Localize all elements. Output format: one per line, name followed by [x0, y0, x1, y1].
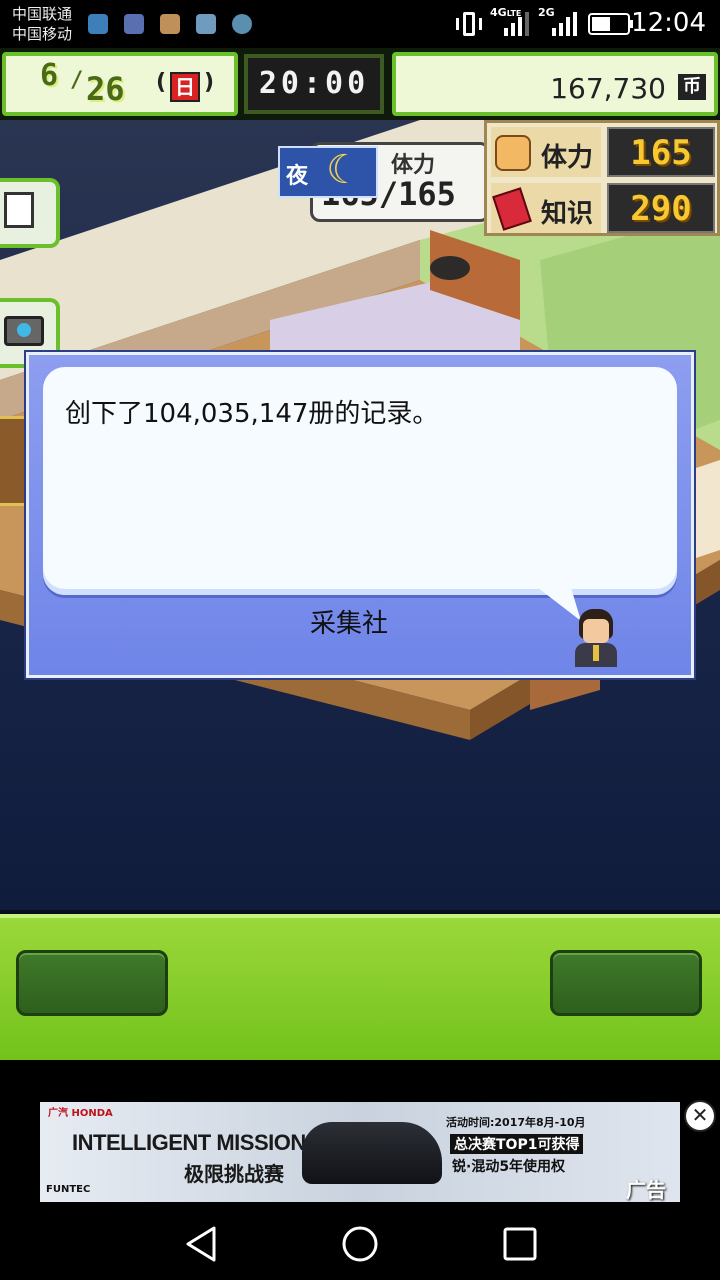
knowledge-row: 知识	[491, 183, 601, 233]
weekday-paren-left: (	[156, 70, 167, 95]
knowledge-label: 知识	[541, 199, 594, 229]
stats-panel: 体力 165 知识 290	[484, 120, 720, 236]
signal-1-icon	[496, 12, 530, 36]
weekday-paren-right: )	[204, 70, 215, 95]
camera-icon	[4, 316, 44, 346]
date-month: 6	[40, 58, 59, 93]
ad-label: 广告	[626, 1178, 666, 1202]
clock-time: 12:04	[631, 8, 706, 38]
clock-panel: 20:00	[244, 54, 384, 114]
notepad-icon	[4, 192, 34, 228]
book-icon	[492, 187, 532, 231]
recents-icon[interactable]	[500, 1224, 540, 1264]
currency-icon: 币	[678, 74, 706, 100]
ad-promo-line-2: 锐·混动5年使用权	[452, 1159, 566, 1175]
date-panel: 6 / 26 ( 日 )	[2, 52, 238, 116]
signal-2-icon	[544, 12, 578, 36]
speech-bubble: 创下了104,035,147册的记录。	[43, 367, 677, 595]
system-nav-bar	[0, 1210, 720, 1280]
notification-sim-icon	[160, 14, 180, 34]
notification-app-icon	[88, 14, 108, 34]
home-icon[interactable]	[340, 1224, 380, 1264]
dialog-message: 创下了104,035,147册的记录。	[65, 399, 439, 429]
notification-chat-icon	[232, 14, 252, 34]
speaker-portrait	[569, 609, 623, 669]
control-bar	[0, 910, 720, 1060]
battery-icon	[588, 13, 633, 35]
notification-gallery-icon	[196, 14, 216, 34]
ad-banner[interactable]: 广汽 HONDA INTELLIGENT MISSION 极限挑战赛 FUNTE…	[40, 1102, 680, 1202]
money-panel: 167,730 币	[392, 52, 718, 116]
knowledge-value: 290	[630, 189, 692, 229]
date-slash: /	[70, 68, 84, 93]
back-icon[interactable]	[182, 1224, 222, 1264]
night-badge: 夜 ☾	[278, 146, 378, 198]
weekday-badge: 日	[170, 72, 200, 102]
carrier-2: 中国移动	[12, 25, 73, 43]
memo-button[interactable]	[0, 178, 60, 248]
ad-promo-line-1: 总决赛TOP1可获得	[450, 1134, 584, 1154]
bookshelf-button[interactable]	[0, 416, 28, 506]
ad-area: 广汽 HONDA INTELLIGENT MISSION 极限挑战赛 FUNTE…	[0, 1060, 720, 1210]
message-dialog[interactable]: 创下了104,035,147册的记录。 采集社	[24, 350, 696, 680]
ad-close-icon[interactable]: ✕	[684, 1100, 716, 1132]
car-image	[302, 1122, 442, 1184]
stamina-row: 体力	[491, 127, 601, 177]
vibrate-icon	[456, 12, 482, 36]
night-label: 夜	[286, 164, 309, 189]
control-panel	[0, 914, 720, 1060]
ad-event-time: 活动时间:2017年8月-10月	[446, 1116, 586, 1129]
ad-footer-brand: FUNTEC	[46, 1184, 91, 1195]
status-bar: 中国联通 中国移动 4GLTE 2G 12:04	[0, 0, 720, 48]
stamina-label: 体力	[541, 143, 594, 173]
ad-headline: INTELLIGENT MISSION	[72, 1130, 306, 1155]
ad-headline-sub: 极限挑战赛	[184, 1162, 284, 1186]
right-action-button[interactable]	[550, 950, 702, 1016]
ad-brand: 广汽 HONDA	[48, 1108, 113, 1119]
arm-strength-icon	[495, 135, 531, 171]
left-action-button[interactable]	[16, 950, 168, 1016]
stamina-value-box: 165	[607, 127, 715, 177]
moon-icon: ☾	[326, 147, 362, 193]
stamina-value: 165	[630, 133, 692, 173]
notification-health-icon	[124, 14, 144, 34]
knowledge-value-box: 290	[607, 183, 715, 233]
money-value: 167,730	[550, 72, 666, 105]
game-hud: 6 / 26 ( 日 ) 20:00 167,730 币	[0, 48, 720, 120]
date-day: 26	[86, 70, 125, 108]
carrier-1: 中国联通	[12, 5, 73, 23]
game-clock: 20:00	[258, 66, 370, 101]
